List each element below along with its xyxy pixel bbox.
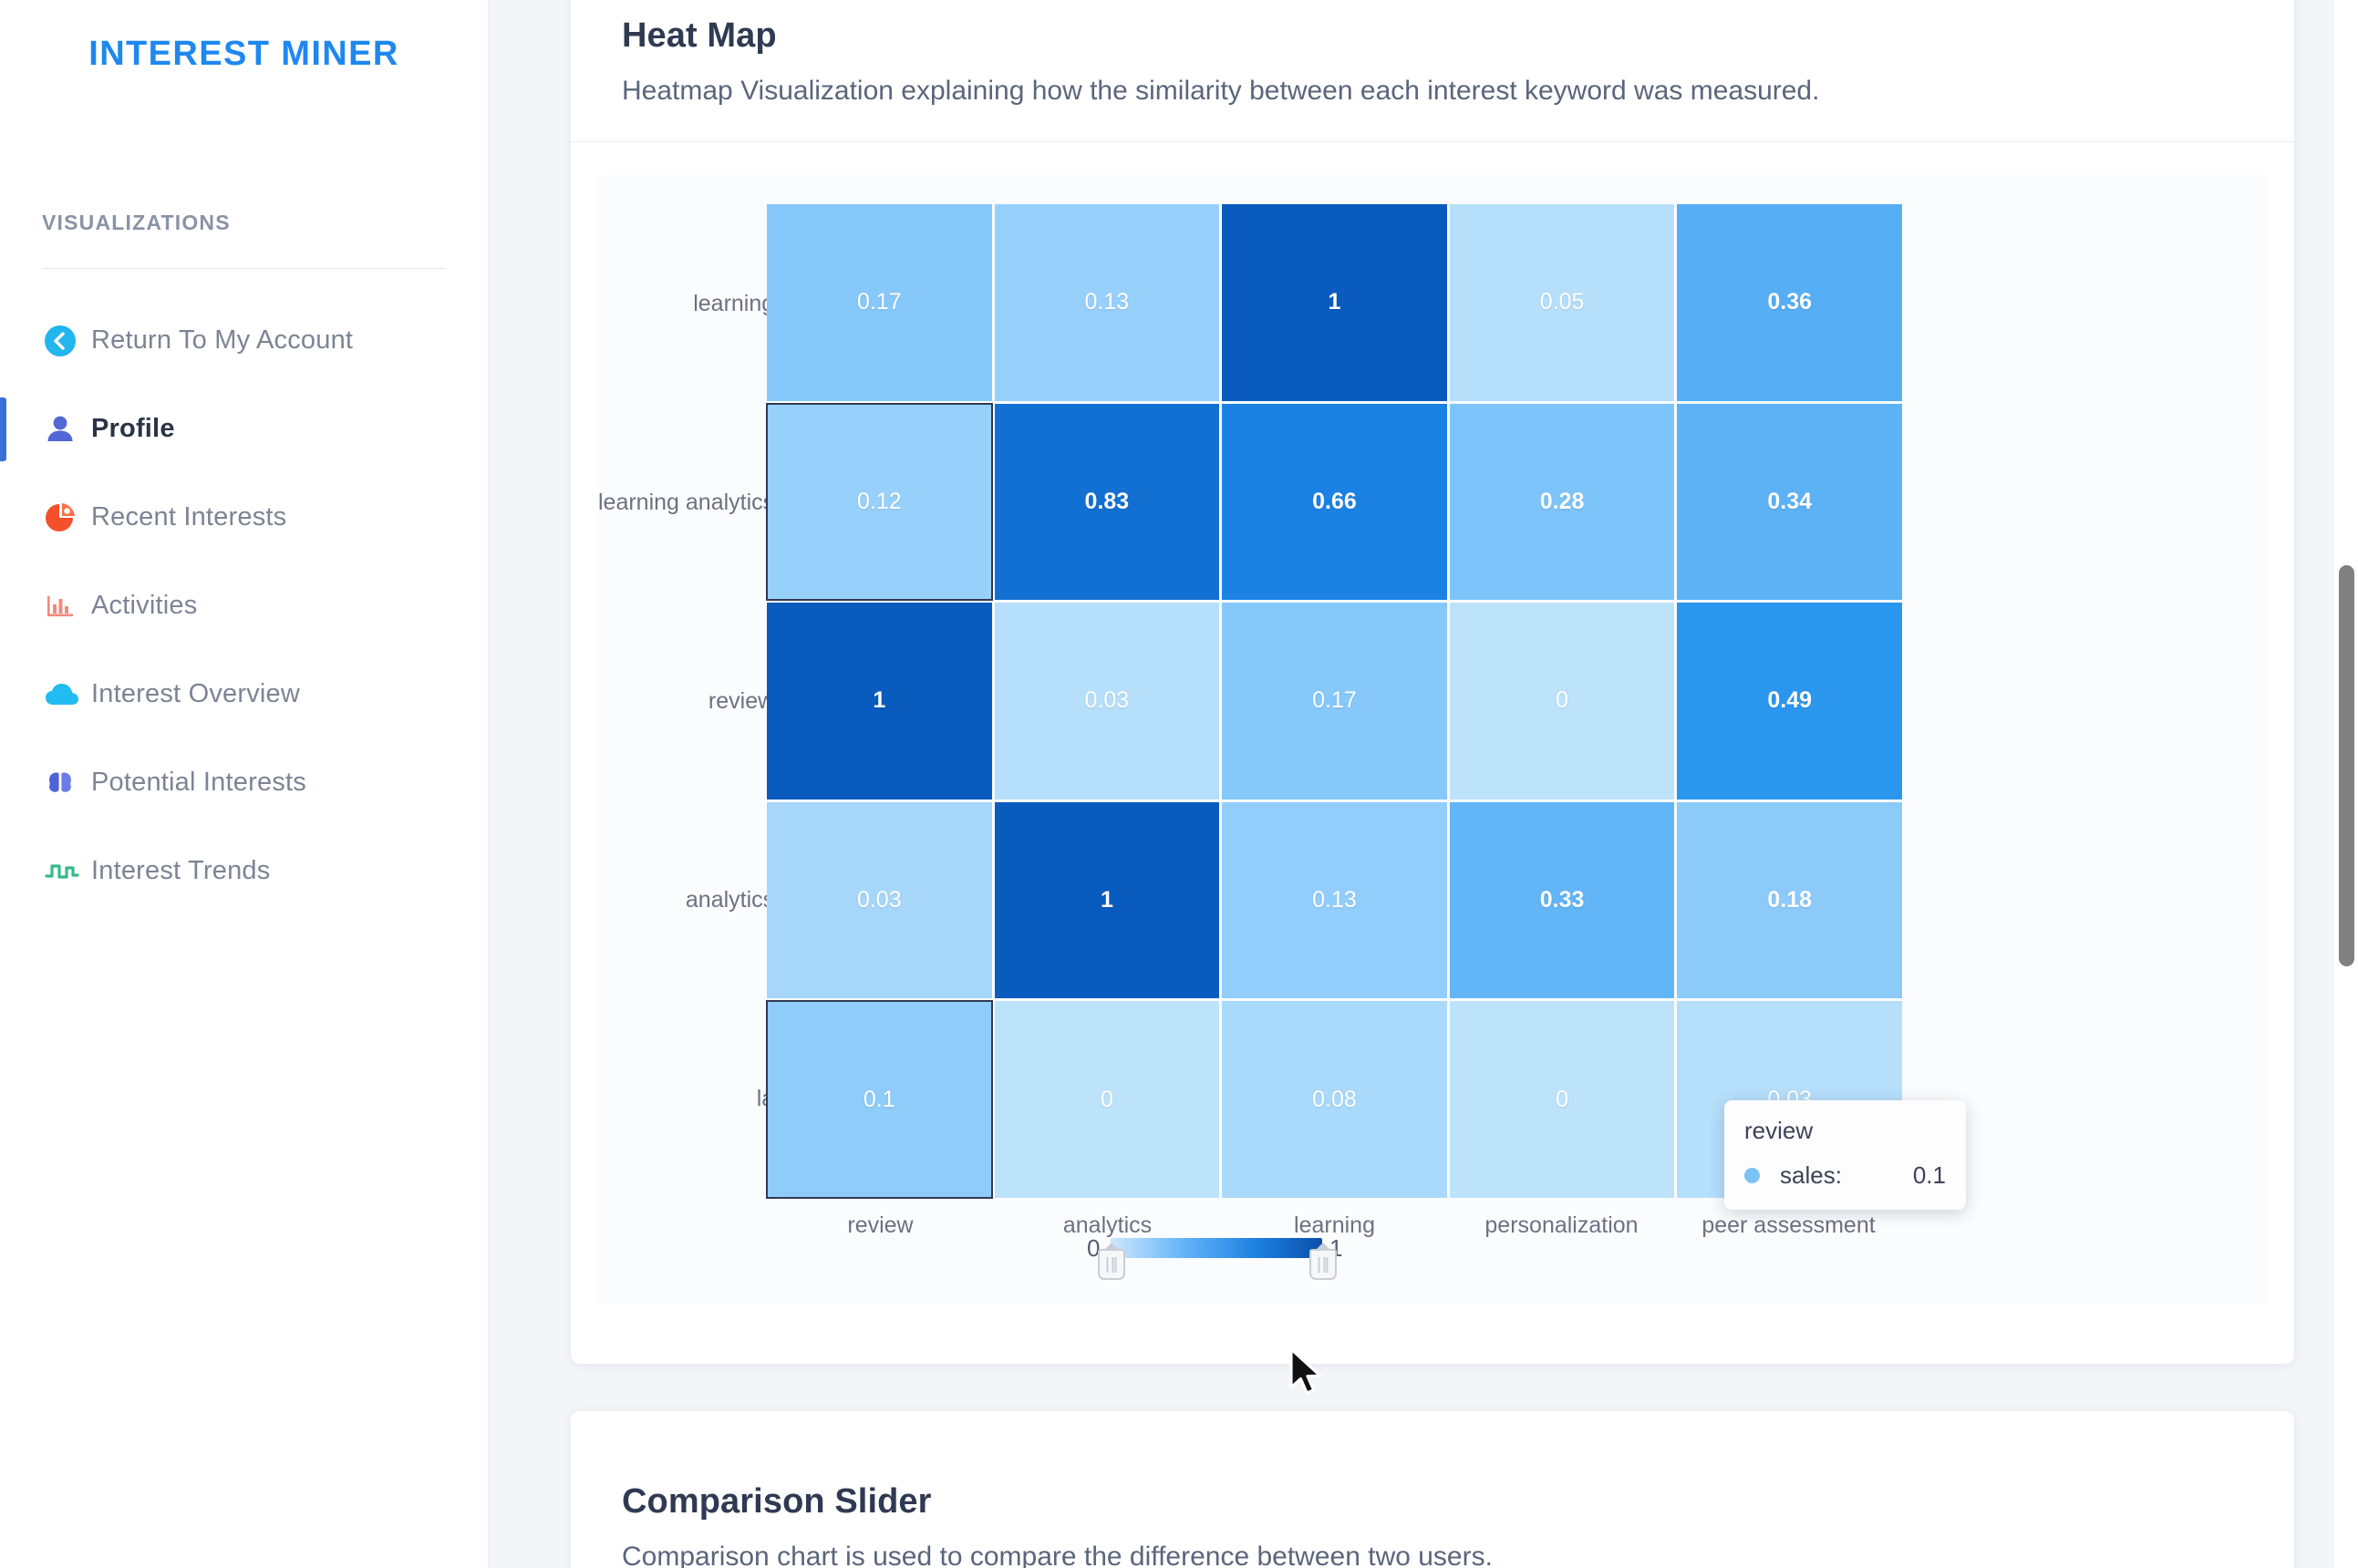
bar-chart-icon xyxy=(42,588,91,624)
sidebar-item-profile[interactable]: Profile xyxy=(0,385,488,473)
heatmap-cell[interactable]: 0.33 xyxy=(1449,801,1675,999)
comparison-card-header: Comparison Slider Comparison chart is us… xyxy=(571,1411,2294,1568)
sidebar-item-label: Interest Trends xyxy=(91,856,271,885)
heatmap-card: Heat Map Heatmap Visualization explainin… xyxy=(571,0,2294,1364)
main-content: Heat Map Heatmap Visualization explainin… xyxy=(489,0,2358,1568)
sidebar-item-potential-interests[interactable]: Potential Interests xyxy=(0,738,488,827)
comparison-slider-card: Comparison Slider Comparison chart is us… xyxy=(571,1411,2294,1568)
sidebar-item-recent-interests[interactable]: Recent Interests xyxy=(0,473,488,562)
sidebar-item-interest-overview[interactable]: Interest Overview xyxy=(0,650,488,738)
sidebar-item-label: Profile xyxy=(91,414,175,443)
sidebar-item-label: Return To My Account xyxy=(91,325,354,355)
heatmap-y-label: learning analytics xyxy=(598,489,775,515)
heatmap-card-subtitle: Heatmap Visualization explaining how the… xyxy=(622,76,1820,106)
tooltip-series-dot xyxy=(1744,1168,1760,1183)
heatmap-color-legend[interactable]: 0 1 xyxy=(1081,1233,1355,1287)
sidebar-divider xyxy=(42,268,446,269)
sidebar-item-label: Potential Interests xyxy=(91,768,306,797)
heatmap-cell[interactable]: 0.49 xyxy=(1677,603,1902,799)
heatmap-card-divider xyxy=(571,141,2294,142)
heatmap-card-header: Heat Map Heatmap Visualization explainin… xyxy=(571,0,2294,107)
tooltip-title: review xyxy=(1744,1117,1814,1144)
heatmap-cell[interactable]: 0.13 xyxy=(994,204,1220,401)
heatmap-cell[interactable]: 0.08 xyxy=(1222,1001,1447,1198)
back-circle-icon xyxy=(42,323,91,359)
cloud-icon xyxy=(42,676,91,713)
sidebar-item-label: Interest Overview xyxy=(91,679,301,708)
sidebar-item-return-to-my-account[interactable]: Return To My Account xyxy=(0,296,488,385)
tooltip-series-value: 0.1 xyxy=(1912,1161,1946,1189)
heatmap-grid[interactable]: 0.17 0.13 1 0.05 0.36 0.12 0.83 0.66 0.28 0.34 1 0.… xyxy=(766,204,1902,1199)
legend-max-handle[interactable] xyxy=(1309,1249,1337,1280)
heatmap-cell[interactable]: 0.83 xyxy=(994,403,1220,601)
app-logo[interactable]: INTEREST MINER xyxy=(0,0,488,74)
heatmap-cell[interactable]: 1 xyxy=(994,801,1220,999)
heatmap-x-label: personalization xyxy=(1484,1212,1639,1238)
heatmap-plot-area: learning learning analytics review analytic… xyxy=(598,175,2267,1305)
heatmap-cell[interactable]: 0.1 xyxy=(766,1000,993,1199)
heatmap-tooltip: review sales: 0.1 xyxy=(1724,1100,1966,1210)
sidebar-item-interest-trends[interactable]: Interest Trends xyxy=(0,827,488,915)
heatmap-cell[interactable]: 0.17 xyxy=(767,204,992,401)
heatmap-cell[interactable]: 0.66 xyxy=(1222,403,1447,601)
page-title: Heat Map xyxy=(622,16,777,55)
heatmap-cell[interactable]: 0 xyxy=(994,1001,1220,1198)
heatmap-y-label: learning xyxy=(693,290,775,316)
user-icon xyxy=(42,411,91,448)
heatmap-cell[interactable]: 0.18 xyxy=(1677,801,1902,999)
heatmap-cell[interactable]: 1 xyxy=(767,603,992,799)
heatmap-x-label: review xyxy=(847,1212,914,1238)
vertical-scrollbar-track[interactable] xyxy=(2334,0,2358,1568)
sidebar-section-title: VISUALIZATIONS xyxy=(42,211,231,234)
heatmap-y-label: analytics xyxy=(685,886,775,913)
comparison-card-title: Comparison Slider xyxy=(622,1482,932,1521)
tooltip-series-name: sales: xyxy=(1780,1161,1842,1189)
heatmap-y-label: la xyxy=(756,1085,775,1111)
heatmap-cell[interactable]: 0.03 xyxy=(767,801,992,999)
heatmap-cell[interactable]: 0.34 xyxy=(1677,403,1902,601)
comparison-card-subtitle: Comparison chart is used to compare the … xyxy=(622,1542,1493,1568)
pulse-icon xyxy=(42,853,91,890)
heatmap-cell[interactable]: 0.36 xyxy=(1677,204,1902,401)
sidebar-nav: Return To My Account Profile Recent Inte… xyxy=(0,296,488,915)
heatmap-cell[interactable]: 0 xyxy=(1449,1001,1675,1198)
mouse-cursor xyxy=(1288,1347,1328,1405)
heatmap-cell[interactable]: 1 xyxy=(1222,204,1447,401)
heatmap-y-axis-labels: learning learning analytics review analytic… xyxy=(598,204,774,1198)
tooltip-row: sales: 0.1 xyxy=(1744,1161,1946,1190)
heatmap-cell[interactable]: 0 xyxy=(1449,603,1675,799)
app-root: INTEREST MINER VISUALIZATIONS Return To … xyxy=(0,0,2358,1568)
heatmap-cell[interactable]: 0.12 xyxy=(766,402,993,602)
brain-icon xyxy=(42,765,91,801)
heatmap-cell[interactable]: 0.03 xyxy=(994,603,1220,799)
heatmap-cell[interactable]: 0.17 xyxy=(1222,603,1447,799)
legend-gradient-bar[interactable] xyxy=(1111,1238,1322,1258)
sidebar-item-label: Recent Interests xyxy=(91,502,287,531)
heatmap-cell[interactable]: 0.28 xyxy=(1449,403,1675,601)
pie-chart-icon xyxy=(42,500,91,536)
heatmap-cell[interactable]: 0.05 xyxy=(1449,204,1675,401)
heatmap-x-label: peer assessment xyxy=(1701,1212,1876,1238)
sidebar-item-activities[interactable]: Activities xyxy=(0,562,488,650)
heatmap-cell[interactable]: 0.13 xyxy=(1222,801,1447,999)
sidebar-item-label: Activities xyxy=(91,591,198,620)
sidebar: INTEREST MINER VISUALIZATIONS Return To … xyxy=(0,0,489,1568)
heatmap-y-label: review xyxy=(708,687,775,714)
legend-min-handle[interactable] xyxy=(1098,1249,1125,1280)
heatmap-body: learning learning analytics review analytic… xyxy=(571,175,2294,1305)
vertical-scrollbar-thumb[interactable] xyxy=(2339,565,2354,966)
